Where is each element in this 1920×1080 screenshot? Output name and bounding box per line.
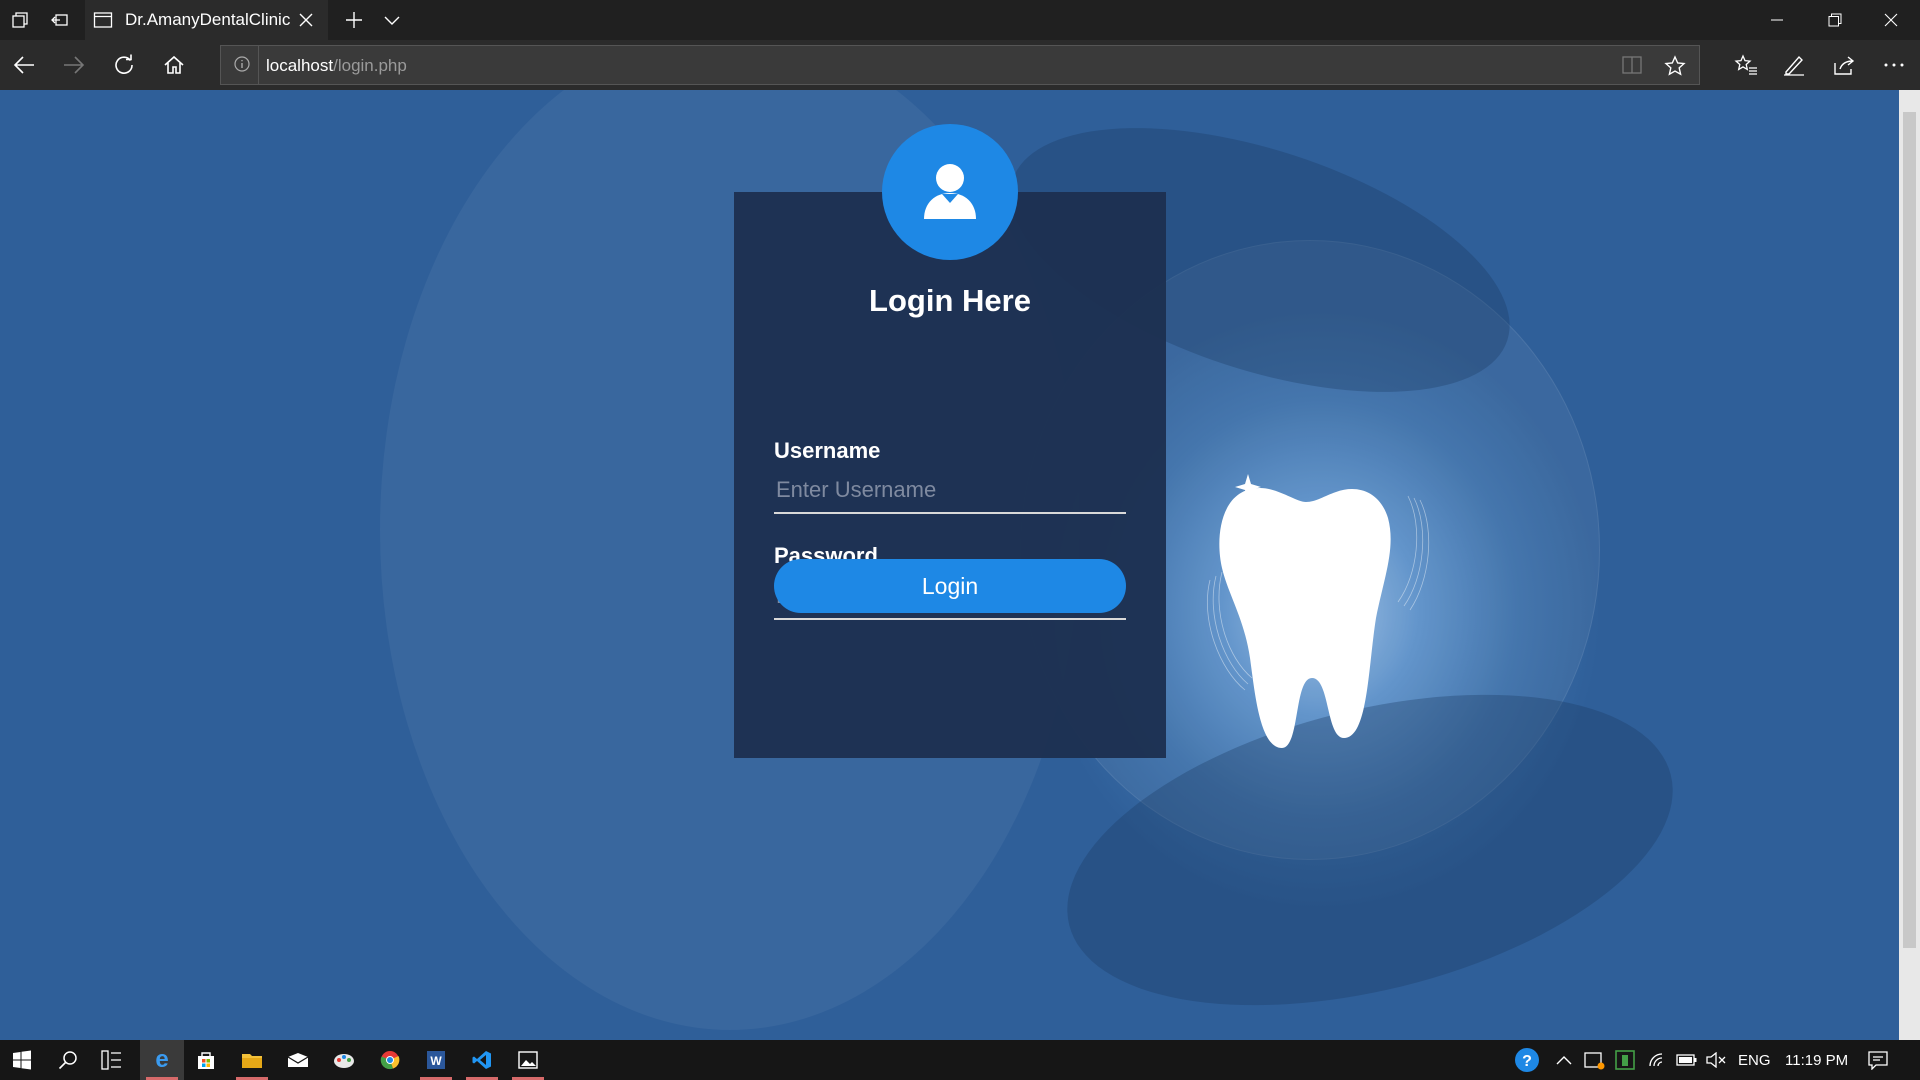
taskbar: e W ? ENG 11:19 PM [0,1040,1920,1080]
home-icon[interactable] [154,45,194,85]
tray-app-icon[interactable] [1584,1040,1606,1080]
browser-window: Dr.AmanyDentalClinic localhost/login.php… [0,0,1920,1080]
start-icon[interactable] [0,1040,44,1080]
avatar [882,124,1018,260]
vscode-icon[interactable] [460,1040,504,1080]
notifications-icon[interactable] [1868,1040,1888,1080]
user-icon [924,164,976,219]
photos-icon[interactable] [506,1040,550,1080]
forward-icon[interactable] [54,45,94,85]
username-input[interactable] [774,468,1126,514]
url-path: /login.php [333,56,407,75]
chrome-icon[interactable] [368,1040,412,1080]
page-icon [93,12,113,28]
clock[interactable]: 11:19 PM [1785,1040,1848,1080]
chevron-down-icon[interactable] [372,0,412,40]
share-icon[interactable] [1824,45,1864,85]
browser-tab[interactable]: Dr.AmanyDentalClinic [85,0,328,40]
url-host: localhost [266,56,334,75]
scrollbar-thumb[interactable] [1903,112,1916,948]
task-view-icon[interactable] [90,1040,134,1080]
help-icon[interactable]: ? [1514,1040,1540,1080]
language-indicator[interactable]: ENG [1738,1040,1771,1080]
favorite-star-icon[interactable] [1664,55,1686,82]
svg-text:W: W [430,1054,442,1068]
address-bar[interactable]: localhost/login.php [220,45,1700,85]
chevron-up-icon[interactable] [1556,1040,1572,1080]
username-label: Username [774,438,881,463]
close-icon[interactable] [294,8,318,32]
back-icon[interactable] [4,45,44,85]
favorites-icon[interactable] [1726,45,1766,85]
address-divider [258,46,259,84]
store-icon[interactable] [184,1040,228,1080]
more-icon[interactable] [1874,45,1914,85]
navigation-bar: localhost/login.php [0,40,1920,90]
reading-view-icon[interactable] [1621,55,1643,80]
word-icon[interactable]: W [414,1040,458,1080]
svg-text:?: ? [1522,1053,1532,1070]
search-icon[interactable] [46,1040,90,1080]
battery-icon[interactable] [1676,1040,1698,1080]
edge-taskbar-icon[interactable]: e [140,1040,184,1080]
tab-manager-icon[interactable] [0,0,40,40]
wifi-icon[interactable] [1648,1040,1668,1080]
file-explorer-icon[interactable] [230,1040,274,1080]
tooth-icon [1206,474,1430,748]
close-window-icon[interactable] [1862,0,1920,40]
new-tab-icon[interactable] [334,0,374,40]
pen-icon[interactable] [1774,45,1814,85]
paint-icon[interactable] [322,1040,366,1080]
url-text[interactable]: localhost/login.php [266,56,407,76]
title-bar: Dr.AmanyDentalClinic [0,0,1920,40]
volume-muted-icon[interactable] [1706,1040,1726,1080]
login-button[interactable]: Login [774,559,1126,613]
restore-icon[interactable] [1806,0,1864,40]
login-title: Login Here [869,283,1031,318]
page-scrollbar[interactable] [1899,90,1920,1040]
tray-monitor-icon[interactable] [1615,1040,1635,1080]
minimize-icon[interactable] [1748,0,1806,40]
info-icon[interactable] [233,55,251,78]
tab-title: Dr.AmanyDentalClinic [125,10,291,29]
mail-icon[interactable] [276,1040,320,1080]
refresh-icon[interactable] [104,45,144,85]
tab-aside-icon[interactable] [40,0,80,40]
